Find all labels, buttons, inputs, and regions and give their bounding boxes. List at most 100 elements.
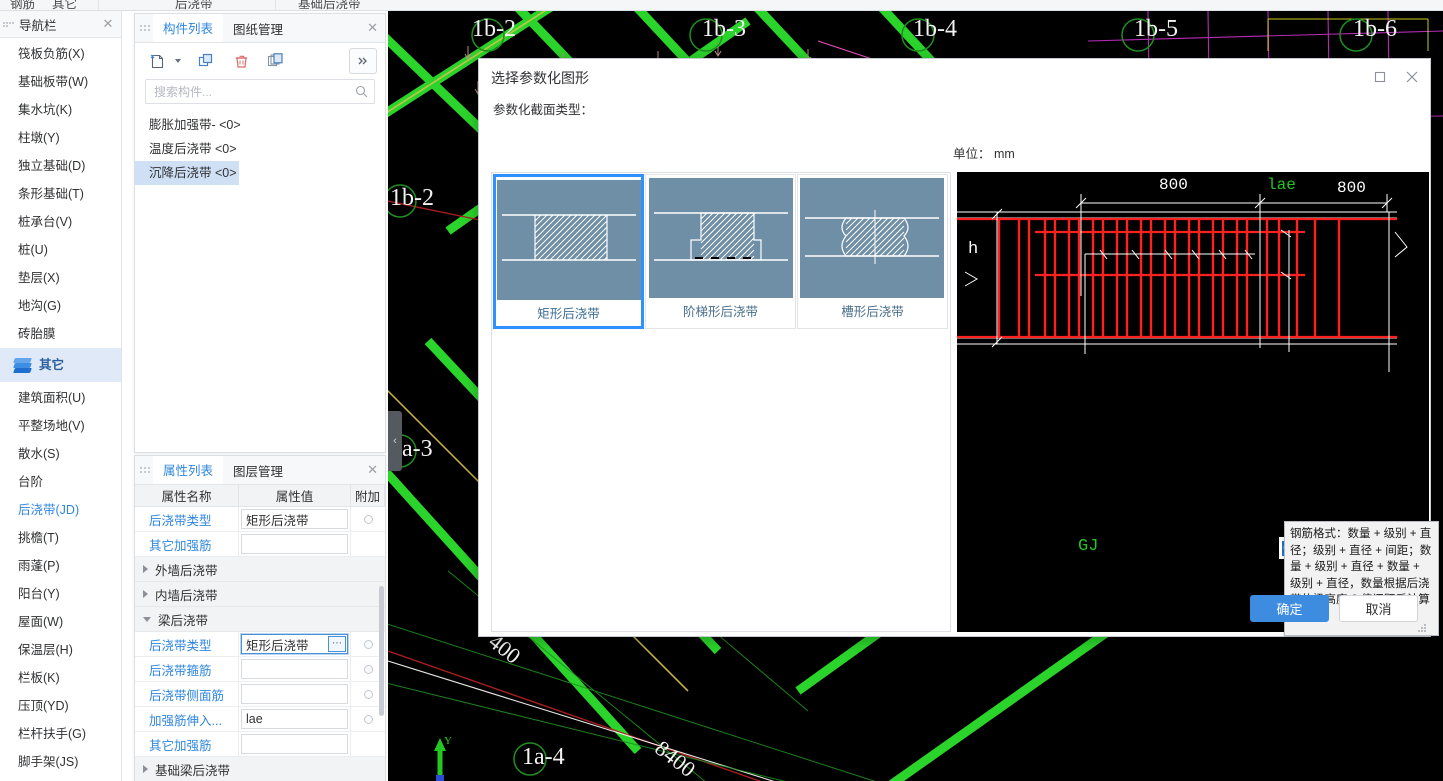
- close-icon[interactable]: ✕: [367, 21, 378, 34]
- search-input[interactable]: [152, 83, 355, 100]
- property-picker-button[interactable]: ⋯: [328, 636, 346, 652]
- table-row[interactable]: 其它加强筋: [135, 732, 385, 757]
- attach-radio-icon[interactable]: [363, 664, 373, 674]
- property-value-input[interactable]: 矩形后浇带 ⋯: [240, 633, 349, 655]
- menu-item-1[interactable]: 其它: [52, 0, 77, 10]
- sidebar-item-1[interactable]: 平整场地(V): [0, 412, 121, 440]
- property-scrollbar[interactable]: [379, 586, 384, 716]
- sidebar-item-2[interactable]: 集水坑(K): [0, 96, 121, 124]
- property-group-row[interactable]: 基础梁后浇带: [135, 757, 385, 781]
- copy-icon[interactable]: [192, 48, 220, 74]
- sidebar-item-13[interactable]: 脚手架(JS): [0, 748, 121, 776]
- sidebar-item-9[interactable]: 地沟(G): [0, 292, 121, 320]
- tab-component-list[interactable]: 构件列表: [153, 14, 224, 42]
- delete-icon[interactable]: [227, 48, 255, 74]
- sidebar-item-5[interactable]: 挑檐(T): [0, 524, 121, 552]
- property-value-input[interactable]: [241, 684, 348, 704]
- tab-drawing-manager[interactable]: 图纸管理: [223, 14, 293, 42]
- sidebar-item-10[interactable]: 砖胎膜: [0, 320, 121, 348]
- shape-option-step[interactable]: 阶梯形后浇带: [645, 174, 796, 329]
- sidebar-item-8[interactable]: 垫层(X): [0, 264, 121, 292]
- sidebar-item-3[interactable]: 台阶: [0, 468, 121, 496]
- dialog-resize-grip[interactable]: [1418, 624, 1427, 633]
- sidebar-item-2[interactable]: 散水(S): [0, 440, 121, 468]
- list-item[interactable]: 温度后浇带 <0>: [135, 137, 385, 161]
- property-value-input[interactable]: 矩形后浇带: [241, 509, 348, 529]
- cad-collapse-handle[interactable]: ‹: [388, 411, 402, 471]
- sidebar-item-7[interactable]: 阳台(Y): [0, 580, 121, 608]
- property-value-cell[interactable]: 矩形后浇带 ⋯: [239, 632, 351, 656]
- cancel-button[interactable]: 取消: [1339, 595, 1418, 622]
- attach-radio-icon[interactable]: [363, 514, 373, 524]
- property-attach-cell[interactable]: [351, 507, 385, 531]
- sidebar-item-6[interactable]: 雨蓬(P): [0, 552, 121, 580]
- attach-radio-icon[interactable]: [363, 714, 373, 724]
- property-group-row[interactable]: 内墙后浇带: [135, 582, 385, 607]
- new-component-icon[interactable]: [143, 48, 171, 74]
- table-row[interactable]: 加强筋伸入... lae: [135, 707, 385, 732]
- sidebar-item-0[interactable]: 筏板负筋(X): [0, 40, 121, 68]
- property-value-input[interactable]: [241, 659, 348, 679]
- ok-button[interactable]: 确定: [1250, 595, 1329, 622]
- close-icon[interactable]: ✕: [101, 17, 115, 31]
- table-row[interactable]: 其它加强筋: [135, 532, 385, 557]
- table-row[interactable]: 后浇带箍筋: [135, 657, 385, 682]
- search-icon[interactable]: [355, 85, 368, 98]
- attach-radio-icon[interactable]: [363, 639, 373, 649]
- property-value-cell[interactable]: 矩形后浇带: [239, 507, 351, 531]
- sidebar-group-other[interactable]: 其它: [0, 348, 121, 382]
- tab-layer-manager[interactable]: 图层管理: [223, 456, 293, 484]
- property-value-cell[interactable]: [239, 657, 351, 681]
- sidebar-item-11[interactable]: 压顶(YD): [0, 692, 121, 720]
- sidebar-item-12[interactable]: 栏杆扶手(G): [0, 720, 121, 748]
- sidebar-item-0[interactable]: 建筑面积(U): [0, 384, 121, 412]
- property-value-cell[interactable]: [239, 732, 351, 756]
- sidebar-item-4[interactable]: 独立基础(D): [0, 152, 121, 180]
- list-item[interactable]: 沉降后浇带 <0>: [135, 161, 239, 185]
- sidebar-item-9[interactable]: 保温层(H): [0, 636, 121, 664]
- property-value-input[interactable]: [241, 534, 348, 554]
- sidebar-item-4[interactable]: 后浇带(JD): [0, 496, 121, 524]
- table-row[interactable]: 后浇带类型 矩形后浇带 ⋯: [135, 632, 385, 657]
- sidebar-item-10[interactable]: 栏板(K): [0, 664, 121, 692]
- shape-option-rect[interactable]: 矩形后浇带: [493, 174, 645, 329]
- table-row[interactable]: 后浇带类型 矩形后浇带: [135, 507, 385, 532]
- sidebar-item-6[interactable]: 桩承台(V): [0, 208, 121, 236]
- property-value-cell[interactable]: [239, 682, 351, 706]
- table-row[interactable]: 后浇带侧面筋: [135, 682, 385, 707]
- chevron-right-icon[interactable]: [143, 590, 148, 598]
- expand-icon[interactable]: [349, 48, 377, 74]
- sidebar-item-8[interactable]: 屋面(W): [0, 608, 121, 636]
- chevron-down-icon[interactable]: [143, 616, 151, 622]
- layer-copy-icon[interactable]: [262, 48, 290, 74]
- tab-property-list[interactable]: 属性列表: [153, 456, 224, 484]
- shape-option-groove[interactable]: 槽形后浇带: [797, 174, 948, 329]
- drag-grip-icon[interactable]: [140, 14, 150, 42]
- sidebar-item-1[interactable]: 基础板带(W): [0, 68, 121, 96]
- property-value-input[interactable]: lae: [241, 709, 348, 729]
- property-value-input[interactable]: [241, 734, 348, 754]
- drag-grip-icon[interactable]: [140, 456, 150, 484]
- chevron-right-icon[interactable]: [143, 565, 148, 573]
- sidebar-item-5[interactable]: 条形基础(T): [0, 180, 121, 208]
- close-icon[interactable]: [1404, 69, 1420, 85]
- property-value-cell[interactable]: [239, 532, 351, 556]
- property-attach-cell[interactable]: [351, 532, 385, 556]
- chevron-right-icon[interactable]: [143, 765, 148, 773]
- maximize-icon[interactable]: [1372, 69, 1388, 85]
- chevron-down-icon[interactable]: [171, 48, 185, 74]
- menu-item-0[interactable]: 钢筋: [10, 0, 35, 10]
- search-box[interactable]: [145, 79, 375, 104]
- property-attach-cell[interactable]: [351, 732, 385, 756]
- menu-item-2[interactable]: 后浇带: [175, 0, 213, 10]
- menu-item-3[interactable]: 基础后浇带: [298, 0, 361, 10]
- property-group-row[interactable]: 梁后浇带: [135, 607, 385, 632]
- sidebar-item-7[interactable]: 桩(U): [0, 236, 121, 264]
- sidebar-item-3[interactable]: 柱墩(Y): [0, 124, 121, 152]
- list-item[interactable]: 膨胀加强带- <0>: [135, 113, 385, 137]
- property-group-row[interactable]: 外墙后浇带: [135, 557, 385, 582]
- close-icon[interactable]: ✕: [367, 463, 378, 476]
- drag-grip-icon[interactable]: [3, 21, 15, 27]
- property-value-cell[interactable]: lae: [239, 707, 351, 731]
- attach-radio-icon[interactable]: [363, 689, 373, 699]
